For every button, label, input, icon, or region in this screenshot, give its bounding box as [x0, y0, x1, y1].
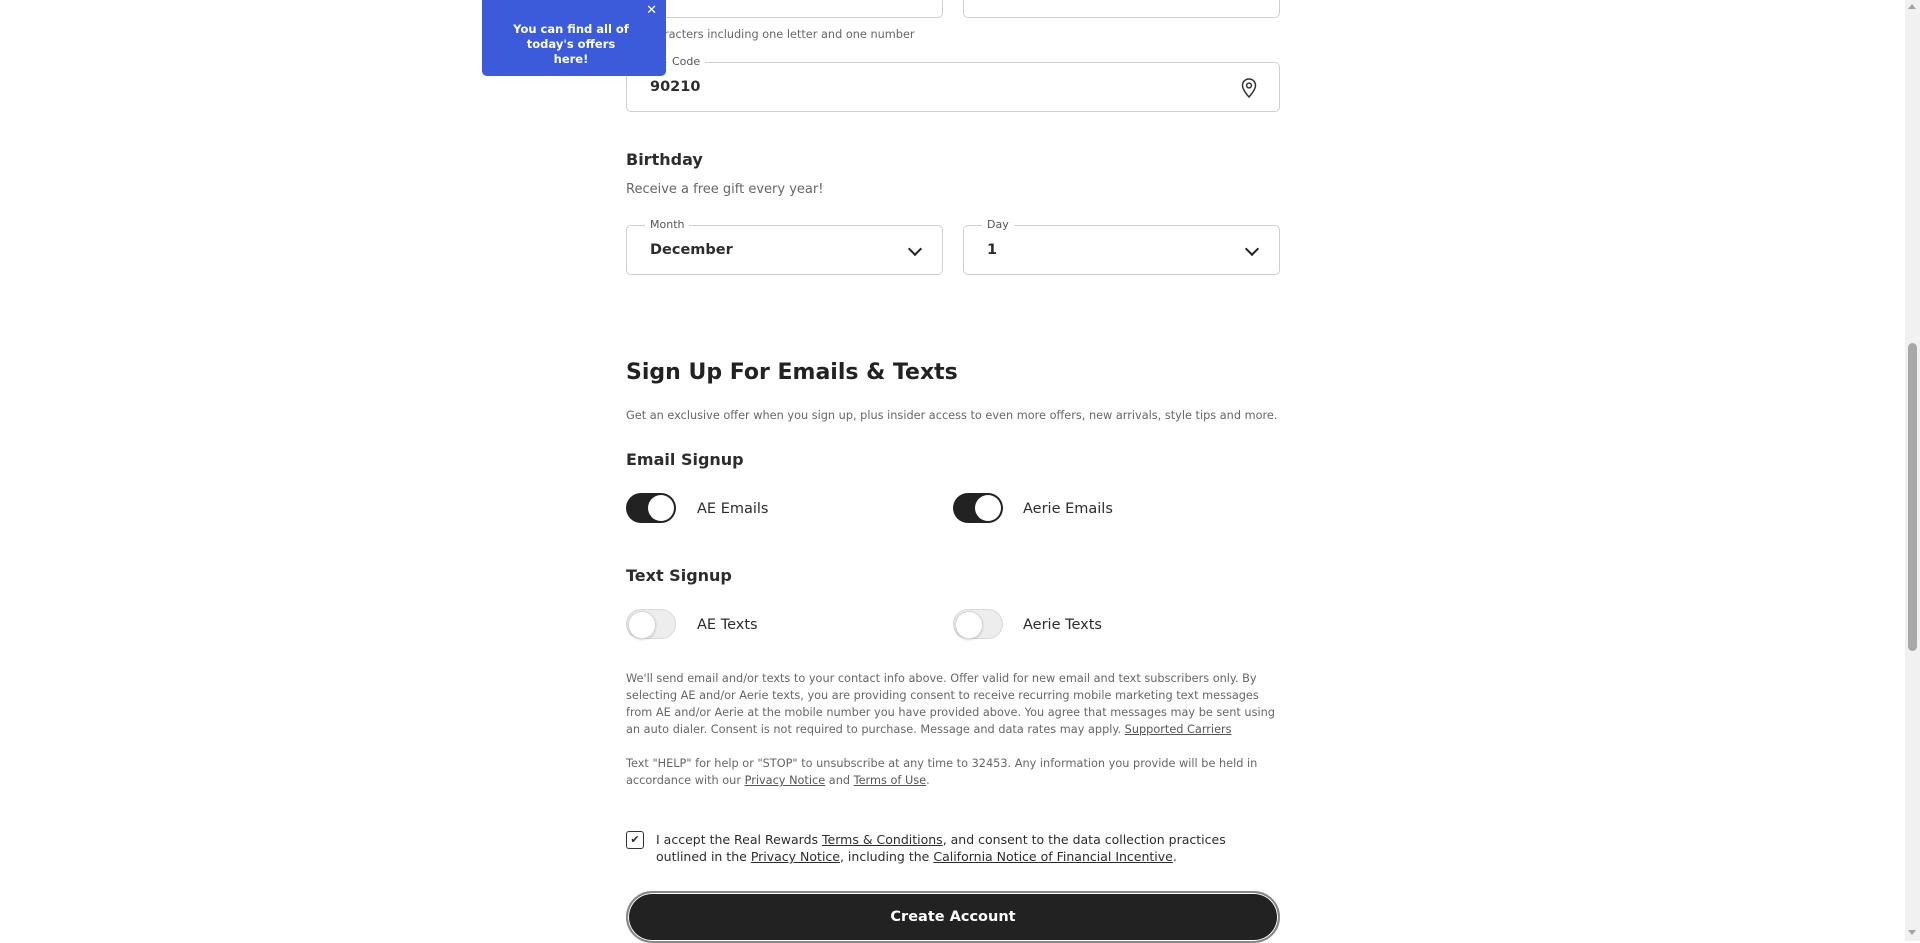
- aerie-texts-toggle[interactable]: [953, 609, 1003, 639]
- location-pin-icon[interactable]: [1241, 78, 1257, 98]
- close-icon[interactable]: ✕: [646, 3, 657, 18]
- period-text: .: [926, 774, 930, 787]
- day-label: Day: [982, 218, 1014, 231]
- month-value: December: [650, 242, 733, 258]
- scrollbar-thumb[interactable]: [1908, 343, 1917, 651]
- checkmark-icon: ✔: [630, 833, 640, 846]
- chevron-down-icon: [1244, 241, 1260, 257]
- ae-emails-toggle[interactable]: [626, 493, 676, 523]
- create-account-label: Create Account: [890, 909, 1016, 925]
- aerie-texts-label: Aerie Texts: [1023, 617, 1102, 633]
- password-hint: aracters including one letter and one nu…: [657, 28, 915, 41]
- legal-paragraph-2: Text "HELP" for help or "STOP" to unsubs…: [626, 755, 1280, 789]
- aerie-emails-label: Aerie Emails: [1023, 501, 1113, 517]
- terms-conditions-link[interactable]: Terms & Conditions: [822, 832, 943, 847]
- toggle-knob: [955, 611, 983, 639]
- ae-emails-label: AE Emails: [697, 501, 769, 517]
- zip-code-label: Code: [667, 55, 706, 68]
- offers-tooltip: You can find all of today's offers here!…: [482, 0, 666, 76]
- email-signup-title: Email Signup: [626, 450, 744, 469]
- zip-code-value: 90210: [650, 79, 701, 95]
- toggle-knob: [648, 495, 674, 521]
- chevron-down-icon: [907, 241, 923, 257]
- legal-paragraph-1: We'll send email and/or texts to your co…: [626, 670, 1280, 738]
- consent-privacy-link[interactable]: Privacy Notice: [751, 849, 840, 864]
- zip-code-field[interactable]: Code 90210: [626, 55, 1280, 112]
- day-select[interactable]: Day 1: [963, 218, 1280, 275]
- month-label: Month: [645, 218, 690, 231]
- password-field[interactable]: [626, 0, 943, 18]
- scrollbar[interactable]: [1905, 0, 1920, 941]
- consent-including: , including the: [839, 849, 930, 864]
- california-notice-link[interactable]: California Notice of Financial Incentive: [933, 849, 1173, 864]
- month-select[interactable]: Month December: [626, 218, 943, 275]
- aerie-emails-toggle[interactable]: [953, 493, 1003, 523]
- signup-title: Sign Up For Emails & Texts: [626, 360, 958, 385]
- confirm-password-field[interactable]: [963, 0, 1280, 18]
- day-value: 1: [987, 242, 998, 258]
- consent-prefix: I accept the Real Rewards: [656, 832, 819, 847]
- toggle-knob: [975, 495, 1001, 521]
- text-signup-title: Text Signup: [626, 566, 732, 585]
- consent-text: I accept the Real Rewards Terms & Condit…: [656, 831, 1276, 865]
- ae-texts-label: AE Texts: [697, 617, 758, 633]
- tooltip-text: You can find all of today's offers here!: [513, 22, 629, 66]
- toggle-knob: [628, 611, 656, 639]
- legal-text-2: Text "HELP" for help or "STOP" to unsubs…: [626, 757, 1258, 787]
- scroll-up-arrow[interactable]: [1908, 4, 1916, 9]
- birthday-subtitle: Receive a free gift every year!: [626, 182, 824, 197]
- privacy-notice-link[interactable]: Privacy Notice: [745, 774, 826, 787]
- scroll-down-arrow[interactable]: [1908, 930, 1916, 935]
- consent-checkbox[interactable]: ✔: [626, 831, 644, 849]
- ae-texts-toggle[interactable]: [626, 609, 676, 639]
- and-text: and: [828, 774, 851, 787]
- terms-of-use-link[interactable]: Terms of Use: [854, 774, 926, 787]
- supported-carriers-link[interactable]: Supported Carriers: [1125, 723, 1232, 736]
- create-account-button[interactable]: Create Account: [626, 891, 1280, 943]
- consent-end: .: [1172, 849, 1177, 864]
- signup-description: Get an exclusive offer when you sign up,…: [626, 409, 1278, 422]
- birthday-title: Birthday: [626, 150, 703, 169]
